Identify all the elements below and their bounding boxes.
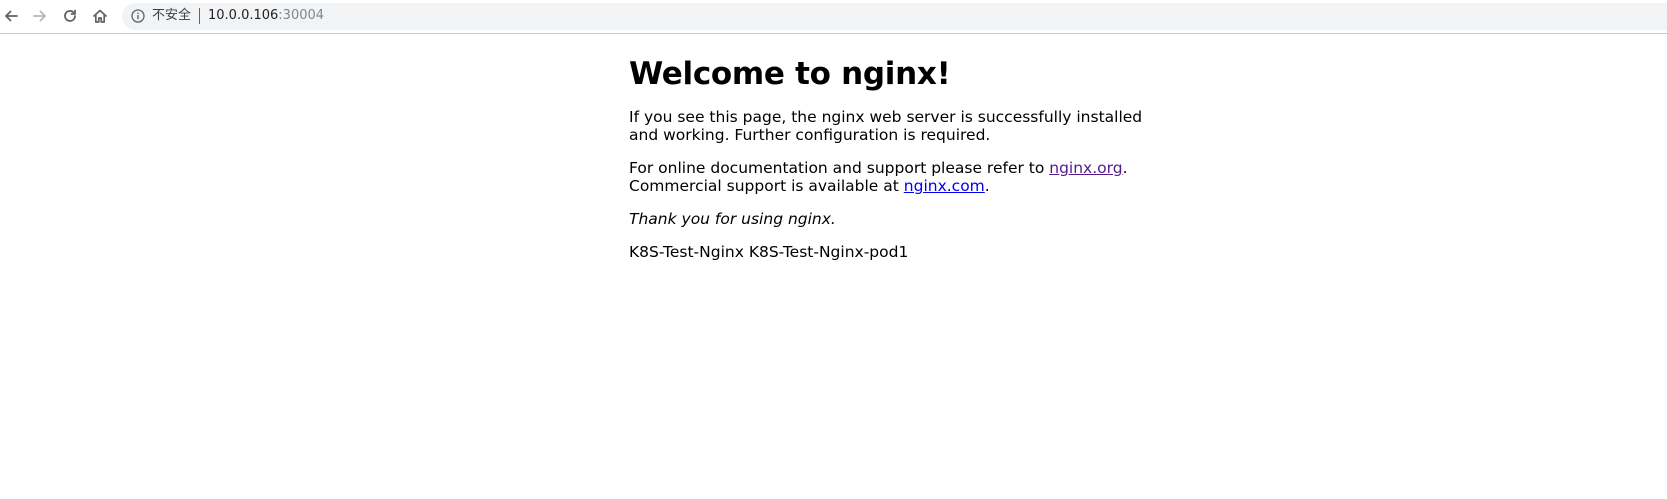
omnibox-divider (199, 8, 200, 24)
security-status-label[interactable]: 不安全 (152, 8, 191, 24)
page-content: Welcome to nginx! If you see this page, … (629, 34, 1149, 261)
url-host: 10.0.0.106 (208, 8, 279, 23)
pod-identifier-text: K8S-Test-Nginx K8S-Test-Nginx-pod1 (629, 243, 909, 261)
arrow-right-icon (33, 10, 46, 22)
nginx-com-link[interactable]: nginx.com (904, 177, 985, 195)
reload-icon (64, 9, 76, 22)
nginx-org-link[interactable]: nginx.org (1049, 159, 1122, 177)
back-button[interactable] (0, 5, 22, 27)
address-bar[interactable]: 不安全 10.0.0.106:30004 (122, 3, 1667, 30)
documentation-paragraph: For online documentation and support ple… (629, 159, 1149, 195)
reload-button[interactable] (59, 5, 81, 27)
home-button[interactable] (89, 5, 111, 27)
arrow-left-icon (5, 10, 18, 22)
period-text: . (984, 177, 990, 195)
documentation-text: For online documentation and support ple… (629, 159, 1050, 177)
thank-you-message: Thank you for using nginx. (629, 210, 836, 228)
install-message: If you see this page, the nginx web serv… (629, 108, 1143, 144)
url-port: :30004 (278, 8, 325, 23)
home-icon (93, 9, 107, 23)
forward-button[interactable] (29, 5, 51, 27)
page-title: Welcome to nginx! (629, 56, 951, 92)
info-circle-icon[interactable] (131, 9, 145, 23)
browser-toolbar: 不安全 10.0.0.106:30004 (0, 0, 1667, 34)
url-text[interactable]: 10.0.0.106:30004 (208, 8, 324, 24)
